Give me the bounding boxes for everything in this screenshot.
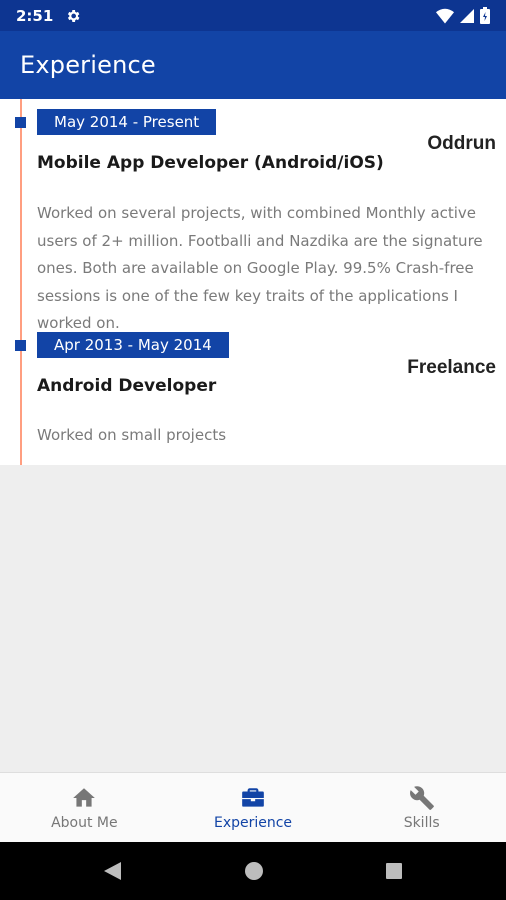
role-title: Android Developer <box>37 376 217 396</box>
company-name: Freelance <box>407 357 496 378</box>
bottom-navigation: About Me Experience Skills <box>0 772 506 842</box>
timeline-line <box>20 99 22 465</box>
wifi-icon <box>436 8 454 23</box>
recents-icon[interactable] <box>383 860 405 882</box>
nav-label: About Me <box>51 815 118 831</box>
briefcase-icon <box>242 788 264 807</box>
role-description: Worked on small projects <box>37 426 227 444</box>
app-bar: Experience <box>0 31 506 99</box>
role-description: Worked on several projects, with combine… <box>37 204 483 332</box>
battery-icon <box>480 7 490 24</box>
role-title: Mobile App Developer (Android/iOS) <box>37 153 384 173</box>
page-title: Experience <box>20 51 156 79</box>
back-icon[interactable] <box>101 860 123 882</box>
home-button-icon[interactable] <box>243 860 265 882</box>
experience-list: May 2014 - Present Oddrun Mobile App Dev… <box>0 99 506 465</box>
gear-icon <box>68 9 80 22</box>
wrench-icon <box>409 786 434 810</box>
home-icon <box>73 788 96 807</box>
date-badge: May 2014 - Present <box>37 109 217 135</box>
system-navigation-bar <box>0 842 506 900</box>
status-bar: 2:51 <box>0 0 506 31</box>
nav-item-skills[interactable]: Skills <box>337 773 506 842</box>
nav-label: Experience <box>213 815 293 831</box>
signal-icon <box>460 8 474 23</box>
timeline-marker <box>15 340 26 351</box>
nav-item-about-me[interactable]: About Me <box>0 773 169 842</box>
status-indicators <box>436 7 490 24</box>
timeline-marker <box>15 117 26 128</box>
status-time: 2:51 <box>16 6 54 25</box>
nav-label: Skills <box>403 815 440 831</box>
date-badge: Apr 2013 - May 2014 <box>37 332 229 358</box>
nav-item-experience[interactable]: Experience <box>169 773 338 842</box>
company-name: Oddrun <box>427 133 496 154</box>
